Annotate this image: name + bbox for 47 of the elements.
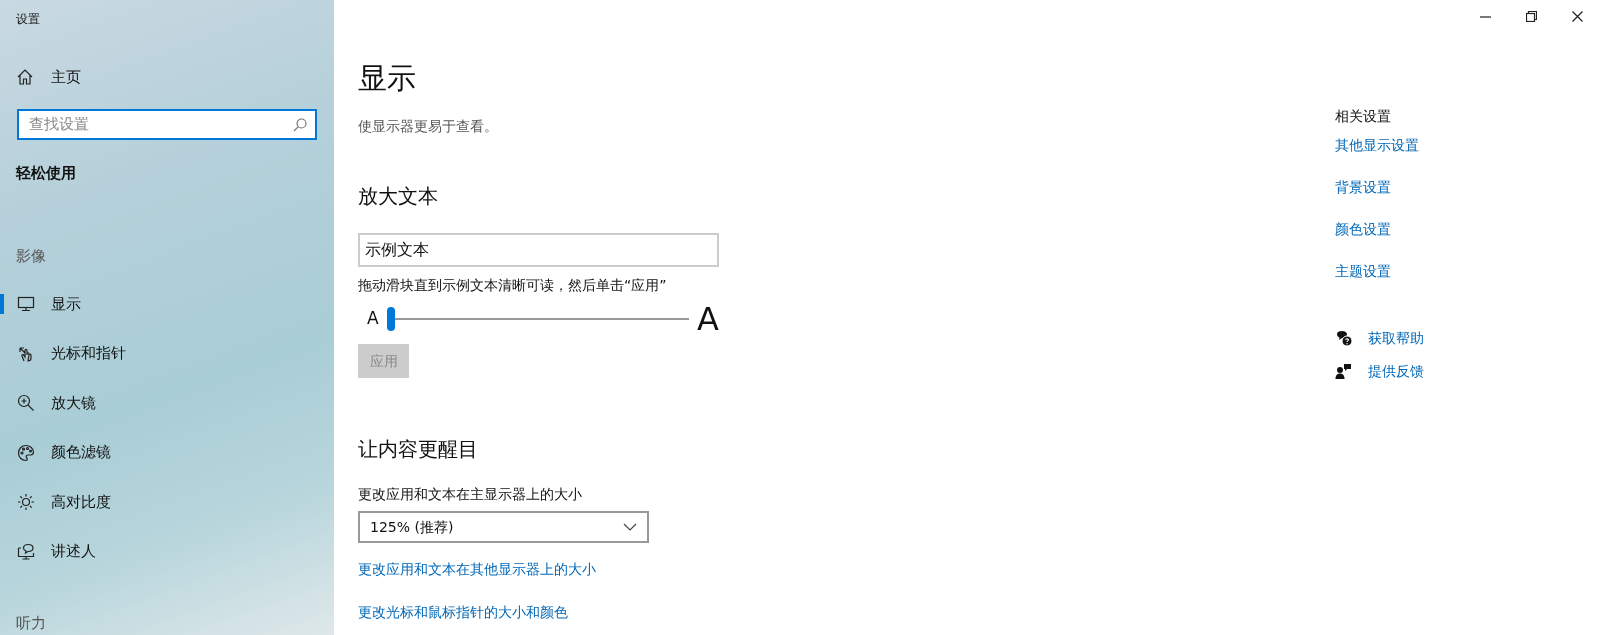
related-link[interactable]: 主题设置 (1335, 261, 1391, 282)
maximize-icon (1525, 11, 1537, 22)
nav-item[interactable]: 放大镜 (0, 378, 334, 428)
sample-text-box: 示例文本 (358, 233, 719, 267)
related-link[interactable]: 颜色设置 (1335, 219, 1391, 240)
slider-track[interactable] (386, 307, 690, 331)
category-heading: 轻松使用 (16, 163, 76, 185)
section-heading: 让内容更醒目 (358, 436, 478, 463)
page-title: 显示 (358, 60, 416, 97)
nav-item[interactable]: 显示 (0, 279, 334, 329)
sun-icon (17, 493, 35, 512)
home-link[interactable]: 主页 (51, 66, 81, 89)
help-link[interactable]: 提供反馈 (1368, 361, 1424, 382)
small-text-glyph: A (367, 307, 379, 331)
settings-link[interactable]: 更改应用和文本在其他显示器上的大小 (358, 559, 596, 580)
page-description: 使显示器更易于查看。 (358, 117, 498, 136)
section-heading: 放大文本 (358, 183, 438, 210)
chevron-down-icon (623, 523, 637, 531)
help-chat-icon (1335, 330, 1352, 347)
settings-link[interactable]: 更改光标和鼠标指针的大小和颜色 (358, 602, 568, 623)
close-icon (1571, 11, 1583, 22)
field-label: 更改应用和文本在主显示器上的大小 (358, 485, 582, 504)
nav-item[interactable]: 颜色滤镜 (0, 427, 334, 478)
nav-item[interactable]: 光标和指针 (0, 328, 334, 379)
pointer-hand-icon (17, 344, 35, 363)
group-heading: 听力 (16, 613, 46, 635)
related-link[interactable]: 背景设置 (1335, 177, 1391, 198)
window-title: 设置 (16, 11, 40, 28)
search-field[interactable]: 查找设置 (17, 108, 317, 141)
home-icon (16, 68, 34, 87)
help-link[interactable]: 获取帮助 (1368, 328, 1424, 349)
large-text-glyph: A (697, 302, 719, 336)
feedback-person-icon (1335, 363, 1352, 380)
related-link[interactable]: 其他显示设置 (1335, 135, 1419, 156)
speech-monitor-icon (17, 542, 35, 561)
palette-icon (17, 443, 35, 462)
search-icon (293, 117, 307, 132)
minimize-icon (1479, 15, 1491, 18)
related-heading: 相关设置 (1335, 107, 1391, 126)
monitor-icon (17, 294, 35, 313)
magnifier-plus-icon (17, 394, 35, 413)
group-heading: 影像 (16, 245, 46, 267)
scale-dropdown[interactable]: 125% (推荐) (358, 511, 649, 543)
nav-item[interactable]: 高对比度 (0, 477, 334, 527)
slider-thumb[interactable] (386, 307, 395, 331)
instruction-text: 拖动滑块直到示例文本清晰可读，然后单击“应用” (358, 276, 667, 295)
nav-item[interactable]: 讲述人 (0, 526, 334, 577)
